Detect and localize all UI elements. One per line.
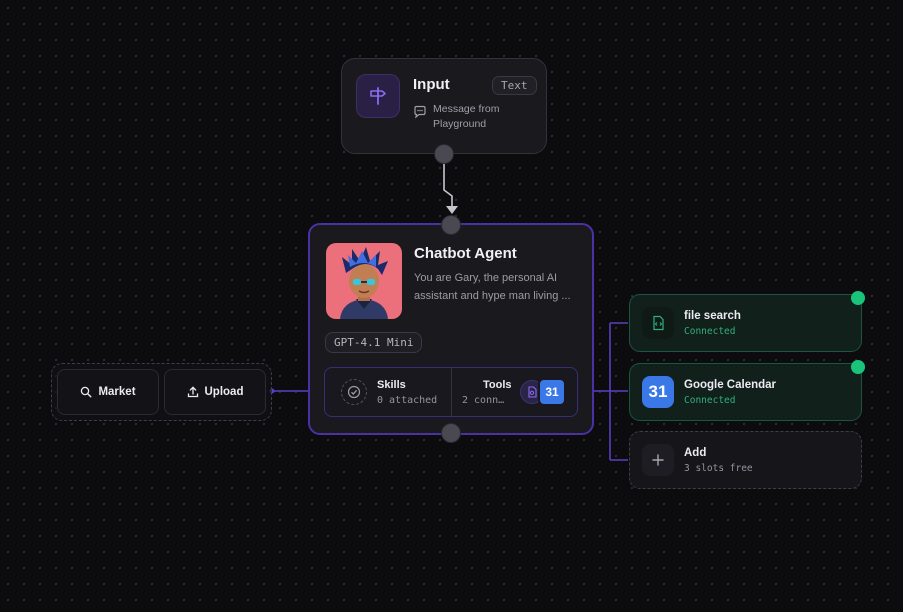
agent-title: Chatbot Agent (414, 245, 517, 262)
connected-indicator (851, 360, 865, 374)
tool-status: Connected (684, 326, 736, 337)
tools-count: 2 conn… (462, 395, 505, 406)
tool-card-google-calendar[interactable]: 31 Google Calendar Connected (629, 363, 862, 421)
upload-icon (187, 386, 198, 398)
input-message-source: Message from Playground (433, 103, 500, 130)
connected-indicator (851, 291, 865, 305)
agent-description: You are Gary, the personal AI assistant … (414, 272, 571, 302)
tool-card-file-search[interactable]: file search Connected (629, 294, 862, 352)
slots-free: 3 slots free (684, 463, 753, 474)
chatbot-agent-node[interactable]: Chatbot Agent You are Gary, the personal… (308, 223, 594, 435)
skills-count: 0 attached (377, 395, 438, 406)
add-tool-card[interactable]: Add 3 slots free (629, 431, 862, 489)
market-label: Market (98, 386, 136, 398)
model-badge[interactable]: GPT-4.1 Mini (325, 332, 423, 353)
agent-output-port[interactable] (441, 423, 461, 443)
agent-avatar (326, 243, 402, 319)
chat-bubble-icon (413, 105, 427, 124)
signpost-icon (356, 74, 400, 118)
add-title: Add (684, 447, 707, 459)
google-calendar-icon: 31 (642, 376, 674, 408)
search-icon (81, 386, 92, 398)
input-node[interactable]: Input Text Message from Playground (341, 58, 547, 154)
market-button[interactable]: Market (57, 369, 159, 415)
upload-button[interactable]: Upload (164, 369, 266, 415)
input-output-port[interactable] (434, 144, 454, 164)
input-type-badge: Text (492, 76, 537, 95)
input-title: Input (413, 76, 450, 93)
tools-source-group: Market Upload (51, 363, 272, 421)
tools-label: Tools (483, 379, 512, 391)
tool-status: Connected (684, 395, 736, 406)
skills-label: Skills (377, 379, 406, 391)
upload-label: Upload (204, 386, 244, 398)
skills-check-icon[interactable] (341, 379, 367, 405)
tool-title: file search (684, 310, 741, 322)
google-calendar-chip-icon[interactable]: 31 (538, 378, 566, 406)
panel-divider (451, 368, 452, 416)
agent-input-port[interactable] (441, 215, 461, 235)
code-file-icon (642, 307, 674, 339)
plus-icon (642, 444, 674, 476)
tool-title: Google Calendar (684, 379, 777, 391)
skills-tools-panel: Skills 0 attached Tools 2 conn… 31 (324, 367, 578, 417)
